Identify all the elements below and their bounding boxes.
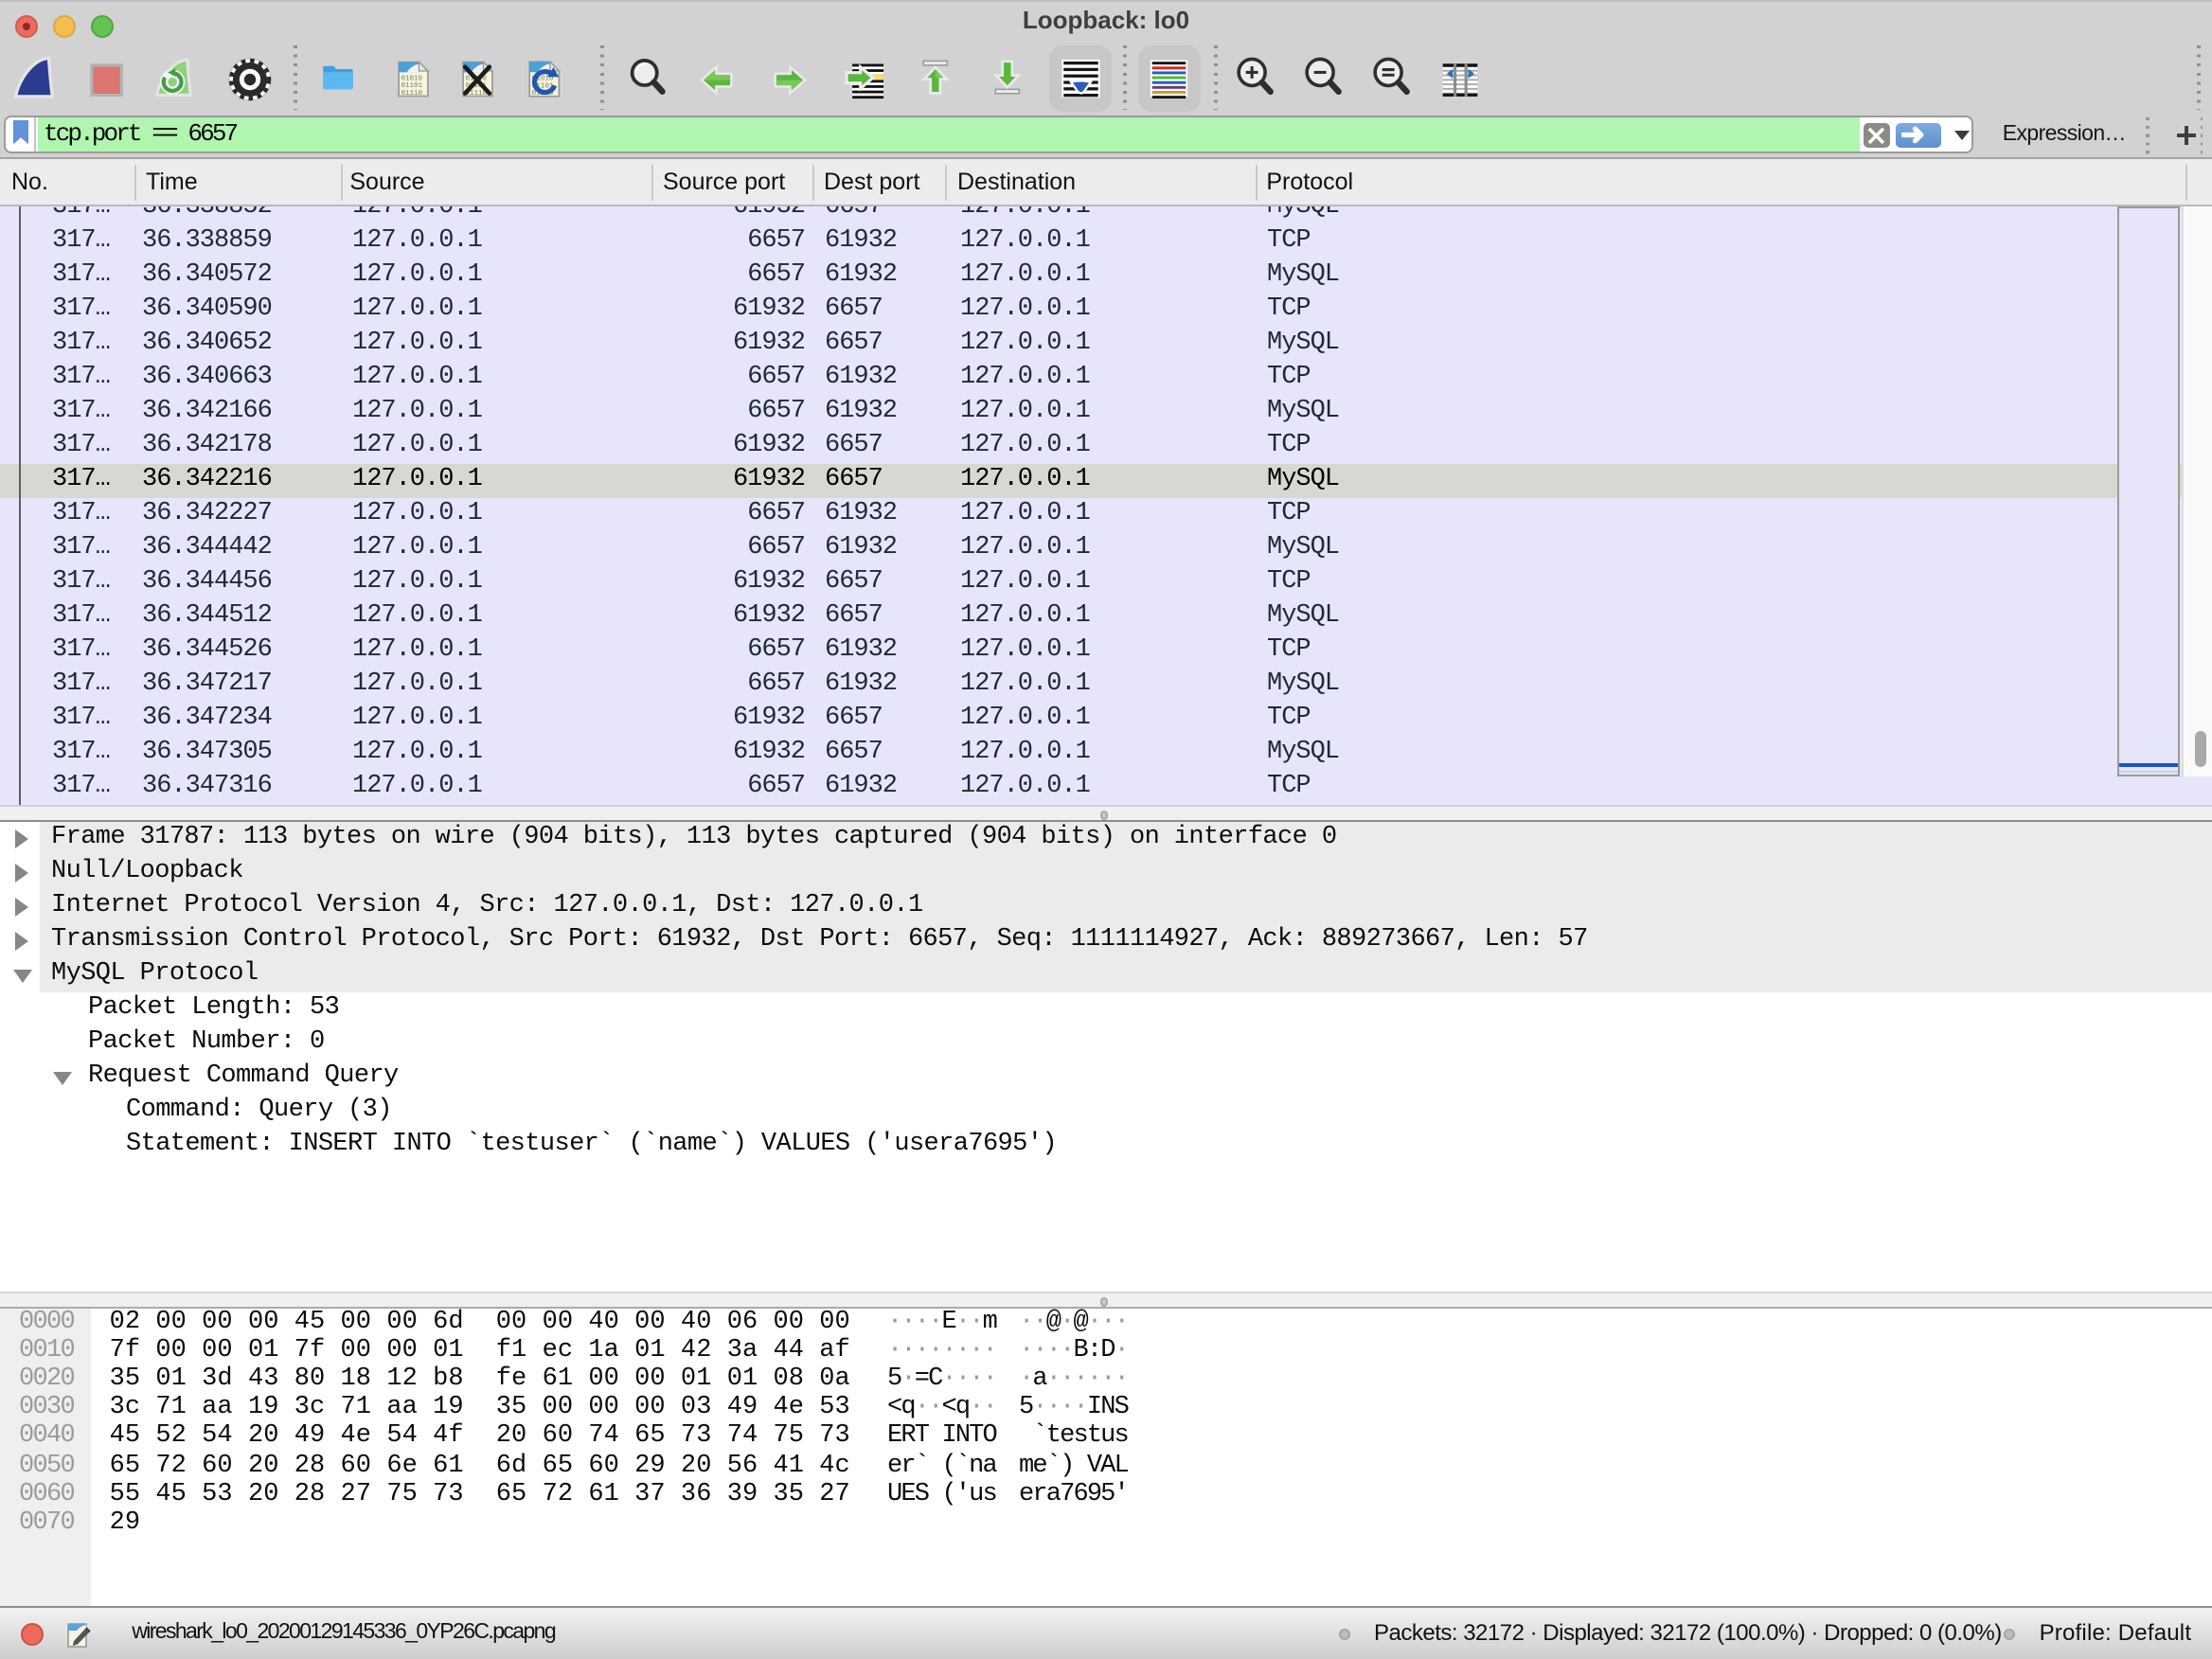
svg-text:01110: 01110 [401,90,422,98]
